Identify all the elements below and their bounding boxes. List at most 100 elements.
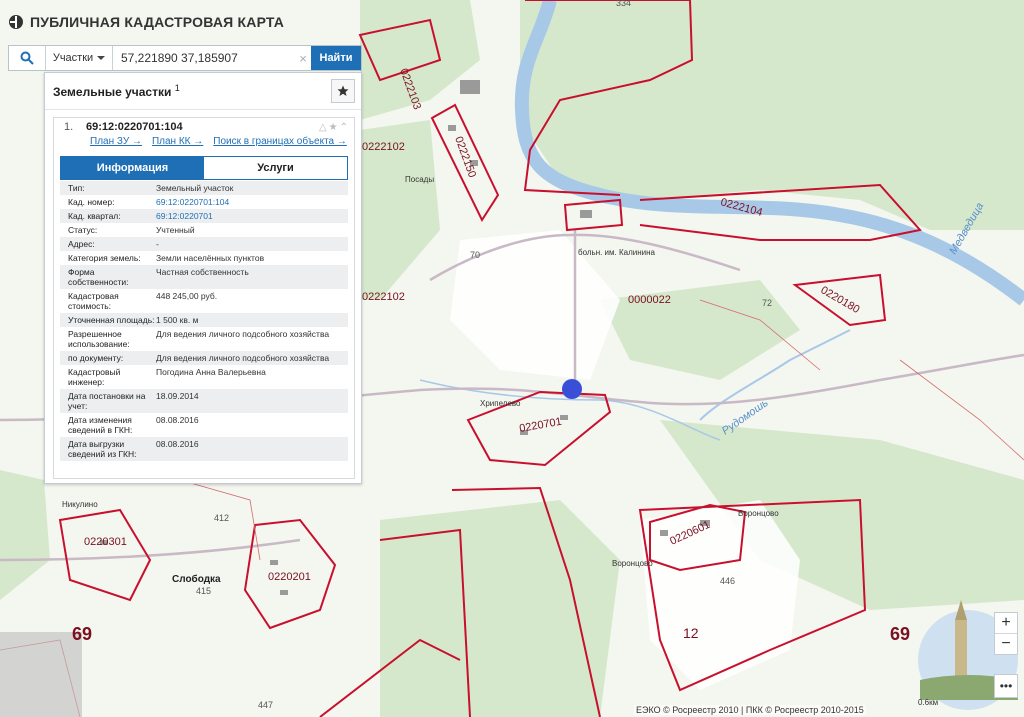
zoom-controls: + − [994,612,1018,655]
attr-key: Кадастровый инженер: [68,367,121,387]
scale-bar: 0.6км [918,698,939,707]
attr-key: Категория земель: [68,253,141,263]
attr-row: Форма собственности: Частная собственност… [60,265,348,289]
star-icon [337,85,349,96]
attr-value: 08.08.2016 [156,415,199,425]
copyright: ЕЭКО © Росреестр 2010 | ПКК © Росреестр … [634,705,866,715]
more-tools-button[interactable]: ••• [994,674,1018,698]
attr-value: 18.09.2014 [156,391,199,401]
place-sloboda: Слободка [172,573,221,585]
result-card-header: 1. 69:12:0220701:104 △★⌃ [54,118,354,136]
attr-key: Дата изменения сведений в ГКН: [68,415,133,435]
place-vorontsovo-2: Воронцово [612,559,653,568]
clear-icon[interactable]: × [295,46,311,70]
region-label-69-left: 69 [72,624,92,644]
zoom-in-button[interactable]: + [995,613,1017,633]
kad-quarter-link[interactable]: 69:12:0220701 [156,211,348,221]
attr-value: 1 500 кв. м [156,315,199,325]
place-vorontsovo-1: Воронцово [738,509,779,518]
attr-key: по документу: [68,353,124,363]
attr-row: Кад. квартал: 69:12:0220701 [60,209,348,223]
attr-row: Тип: Земельный участок [60,181,348,195]
map-label-n415: 415 [196,586,211,596]
attr-value: 08.08.2016 [156,439,199,449]
search-input[interactable] [113,46,295,70]
map-label-q0000022: 0000022 [628,294,671,306]
search-type-select[interactable]: Участки [46,46,113,70]
attr-row: Кадастровая стоимость: 448 245,00 руб. [60,289,348,313]
map-label-q0222102a: 0222102 [362,141,405,153]
link-plan-zu[interactable]: План ЗУ → [90,136,142,152]
place-nikulino: Никулино [62,500,98,509]
attr-row: Дата изменения сведений в ГКН: 08.08.2016 [60,413,348,437]
attr-value: Земли населённых пунктов [156,253,265,263]
attr-key: Разрешенное использование: [68,329,130,349]
tab-services[interactable]: Услуги [204,157,347,179]
attr-row: Кад. номер: 69:12:0220701:104 [60,195,348,209]
panel-title: Земельные участки 1 [53,83,180,99]
link-plan-kk[interactable]: План КК → [152,136,203,152]
panel-header: Земельные участки 1 [45,73,361,110]
panel-title-text: Земельные участки [53,85,172,99]
tab-info[interactable]: Информация [61,157,204,179]
attr-value: Частная собственность [156,267,249,277]
kad-number-link[interactable]: 69:12:0220701:104 [156,197,348,207]
attr-key: Кад. квартал: [68,211,121,221]
attr-row: Статус: Учтенный [60,223,348,237]
attr-row: Уточненная площадь: 1 500 кв. м [60,313,348,327]
attr-row: Дата постановки на учет: 18.09.2014 [60,389,348,413]
result-links: План ЗУ → План КК → Поиск в границах объ… [54,136,354,152]
app-title: ПУБЛИЧНАЯ КАДАСТРОВАЯ КАРТА [30,14,285,30]
map-label-n12: 12 [683,625,699,641]
attr-row: Категория земель: Земли населённых пункто… [60,251,348,265]
results-count: 1 [174,83,180,93]
map-label-n72: 72 [762,298,772,308]
region-label-69-right: 69 [890,624,910,644]
attr-value: 448 245,00 руб. [156,291,218,301]
result-kad-number: 69:12:0220701:104 [86,121,183,133]
find-button[interactable]: Найти [311,46,361,70]
map-label-q0220301: 0220301 [84,536,127,548]
attr-key: Адрес: [68,239,95,249]
attr-row: Адрес: - [60,237,348,251]
map-label-n334: 334 [616,0,631,8]
attr-key: Уточненная площадь: [68,315,155,325]
result-card[interactable]: 1. 69:12:0220701:104 △★⌃ План ЗУ → План … [53,117,355,479]
pkk-logo-icon [9,15,23,29]
place-khripelevo: Хрипелево [480,399,521,408]
search-type-label: Участки [52,52,94,64]
result-tabs: Информация Услуги [60,156,348,180]
map-label-n412: 412 [214,513,229,523]
card-tools-icon[interactable]: △★⌃ [319,122,350,133]
place-boln: больн. им. Калинина [578,248,656,257]
attr-value: Погодина Анна Валерьевна [156,367,266,377]
attr-key: Дата постановки на учет: [68,391,146,411]
attr-value: Учтенный [156,225,195,235]
link-search-in-bounds[interactable]: Поиск в границах объекта → [213,136,347,152]
app-header: ПУБЛИЧНАЯ КАДАСТРОВАЯ КАРТА [8,10,284,34]
results-panel: Земельные участки 1 1. 69:12:0220701:104… [44,72,362,484]
favorite-button[interactable] [331,79,355,103]
location-marker[interactable] [562,379,582,399]
attr-row: Дата выгрузки сведений из ГКН: 08.08.2016 [60,437,348,461]
search-icon[interactable] [9,46,46,70]
attr-key: Форма собственности: [68,267,129,287]
place-posady: Посады [405,175,434,184]
attr-key: Кад. номер: [68,197,115,207]
attr-key: Кадастровая стоимость: [68,291,119,311]
gray-zone [0,632,82,717]
attr-row: Разрешенное использование: Для ведения ли… [60,327,348,351]
attr-value: Для ведения личного подсобного хозяйства [156,353,330,363]
attr-row: по документу: Для ведения личного подсобн… [60,351,348,365]
map-label-q0222102b: 0222102 [362,291,405,303]
map-label-n447: 447 [258,700,273,710]
chevron-down-icon [97,56,106,60]
map-label-n70: 70 [470,250,480,260]
attr-key: Тип: [68,183,85,193]
map-label-n446: 446 [720,576,735,586]
attr-value: - [156,239,159,249]
attr-key: Дата выгрузки сведений из ГКН: [68,439,137,459]
attributes-table: Тип: Земельный участок Кад. номер: 69:12:0… [60,181,348,461]
result-index: 1. [64,121,74,133]
zoom-out-button[interactable]: − [995,634,1017,654]
